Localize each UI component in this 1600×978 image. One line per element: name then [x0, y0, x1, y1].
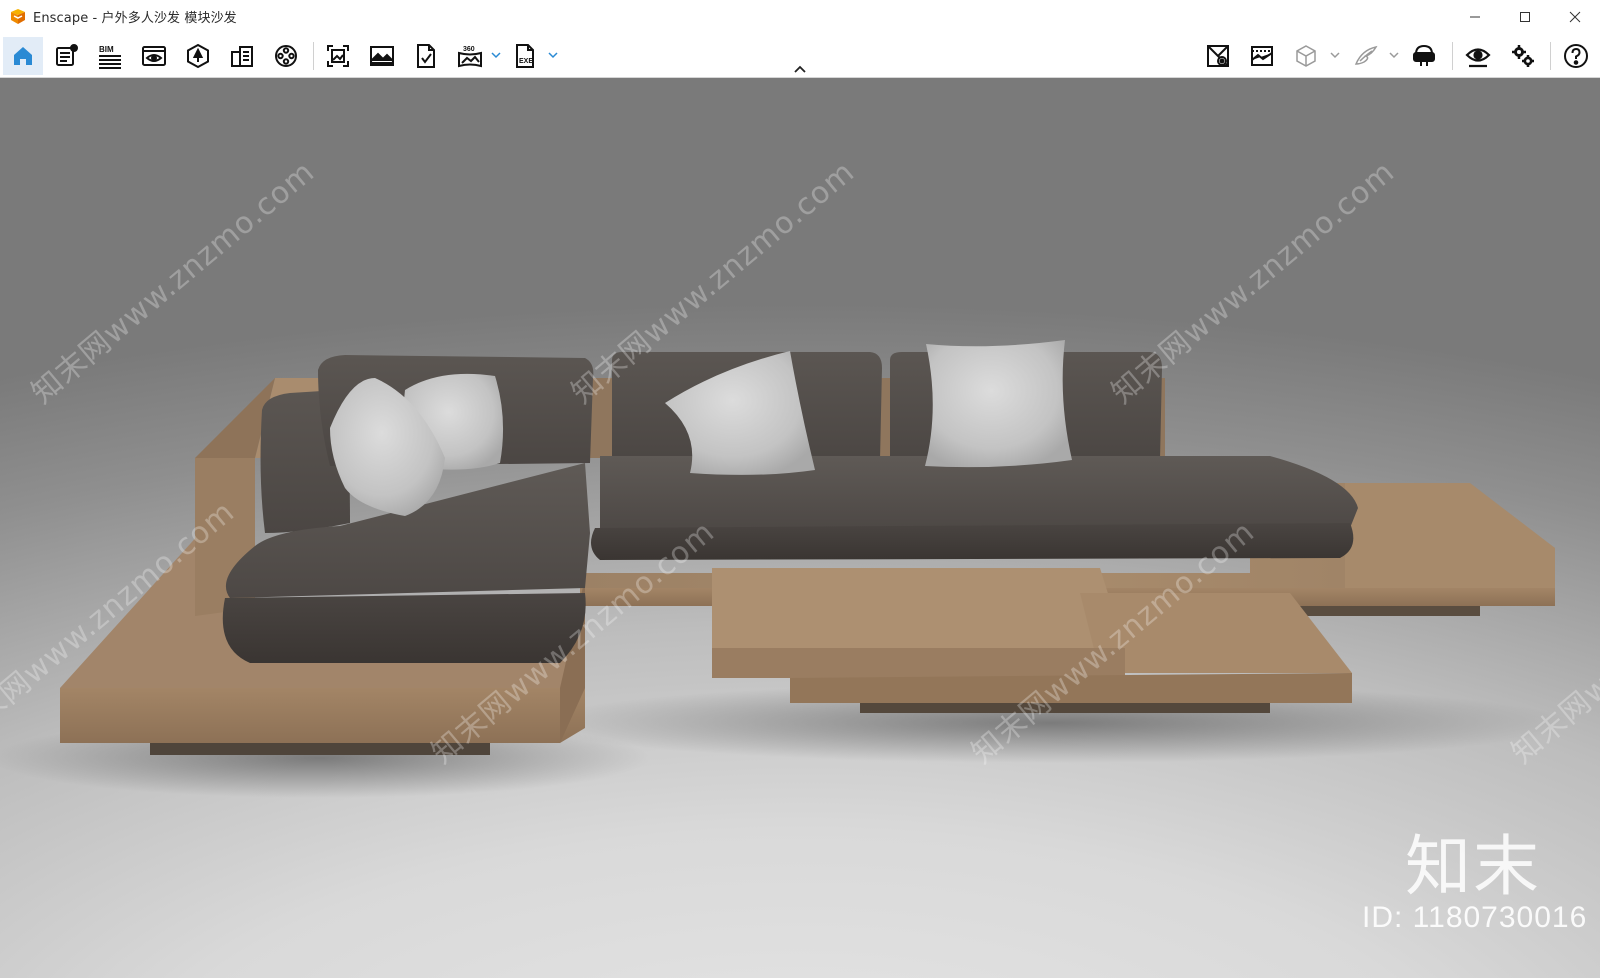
export-file-button[interactable]	[406, 37, 446, 75]
video-editor-button[interactable]	[266, 37, 306, 75]
views-button[interactable]	[134, 37, 174, 75]
minimize-icon	[1470, 16, 1480, 17]
file-export-icon	[417, 44, 435, 68]
minimize-button[interactable]	[1450, 0, 1500, 33]
material-editor-button[interactable]	[1198, 37, 1238, 75]
home-icon	[14, 47, 32, 65]
close-icon	[1569, 11, 1581, 22]
film-reel-icon	[275, 45, 297, 67]
wings-dropdown-chevron-icon[interactable]	[1388, 49, 1400, 61]
vr-headset-icon	[1413, 44, 1435, 66]
document-settings-icon	[56, 44, 78, 66]
vr-headset-button[interactable]	[1404, 37, 1444, 75]
close-button[interactable]	[1550, 0, 1600, 33]
visual-settings-button[interactable]	[1458, 37, 1498, 75]
cube-icon	[1296, 45, 1316, 67]
panorama-360-icon: 360	[458, 46, 482, 68]
window-title: Enscape - 户外多人沙发 模块沙发	[33, 11, 237, 26]
help-button[interactable]	[1556, 37, 1596, 75]
home-button[interactable]	[3, 37, 43, 75]
eye-icon	[1465, 48, 1491, 68]
panorama-button[interactable]: 360	[450, 37, 490, 75]
toolbar-separator	[1550, 42, 1551, 70]
view-mode-dropdown-chevron-icon[interactable]	[1329, 49, 1341, 61]
bim-icon: BIM	[99, 45, 121, 69]
enscape-window: Enscape - 户外多人沙发 模块沙发 BIM 360 EXE 知末网www…	[0, 0, 1600, 978]
toolbar-separator	[313, 42, 314, 70]
material-map-icon	[1207, 45, 1229, 67]
maximize-button[interactable]	[1500, 0, 1550, 33]
atmosphere-icon	[1251, 46, 1273, 66]
wings-button[interactable]	[1346, 37, 1386, 75]
collapse-toolbar-chevron-icon[interactable]	[792, 63, 808, 75]
settings-button[interactable]	[1503, 37, 1543, 75]
site-context-button[interactable]	[178, 37, 218, 75]
render-viewport[interactable]: 知末网www.znzmo.com 知末网www.znzmo.com 知末网www…	[0, 78, 1600, 978]
atmosphere-button[interactable]	[1242, 37, 1282, 75]
buildings-icon	[231, 46, 253, 67]
help-icon	[1564, 44, 1588, 68]
capture-frame-icon	[327, 45, 349, 67]
exe-file-icon: EXE	[516, 44, 534, 68]
brand-watermark: 知末	[1405, 828, 1541, 905]
toolbar-separator	[1452, 42, 1453, 70]
eye-window-icon	[142, 46, 166, 66]
maximize-icon	[1520, 11, 1530, 22]
title-bar: Enscape - 户外多人沙发 模块沙发	[0, 0, 1600, 33]
export-exe-button[interactable]: EXE	[505, 37, 545, 75]
screenshot-button[interactable]	[318, 37, 358, 75]
asset-library-button[interactable]	[222, 37, 262, 75]
tree-hexagon-icon	[187, 43, 209, 69]
batch-rendering-button[interactable]	[362, 37, 402, 75]
wings-icon	[1354, 45, 1378, 65]
window-controls	[1450, 0, 1600, 33]
svg-text:EXE: EXE	[519, 58, 533, 65]
bim-button[interactable]: BIM	[90, 37, 130, 75]
svg-text:360: 360	[463, 46, 475, 53]
sketch-settings-button[interactable]	[46, 37, 86, 75]
image-id-label: ID: 1180730016	[1362, 901, 1588, 934]
export-dropdown-chevron-icon[interactable]	[547, 49, 559, 61]
svg-text:BIM: BIM	[99, 45, 114, 54]
picture-icon	[370, 46, 394, 66]
view-mode-button[interactable]	[1286, 37, 1326, 75]
panorama-dropdown-chevron-icon[interactable]	[490, 49, 502, 61]
gears-icon	[1512, 45, 1534, 67]
enscape-logo-icon	[11, 8, 25, 24]
